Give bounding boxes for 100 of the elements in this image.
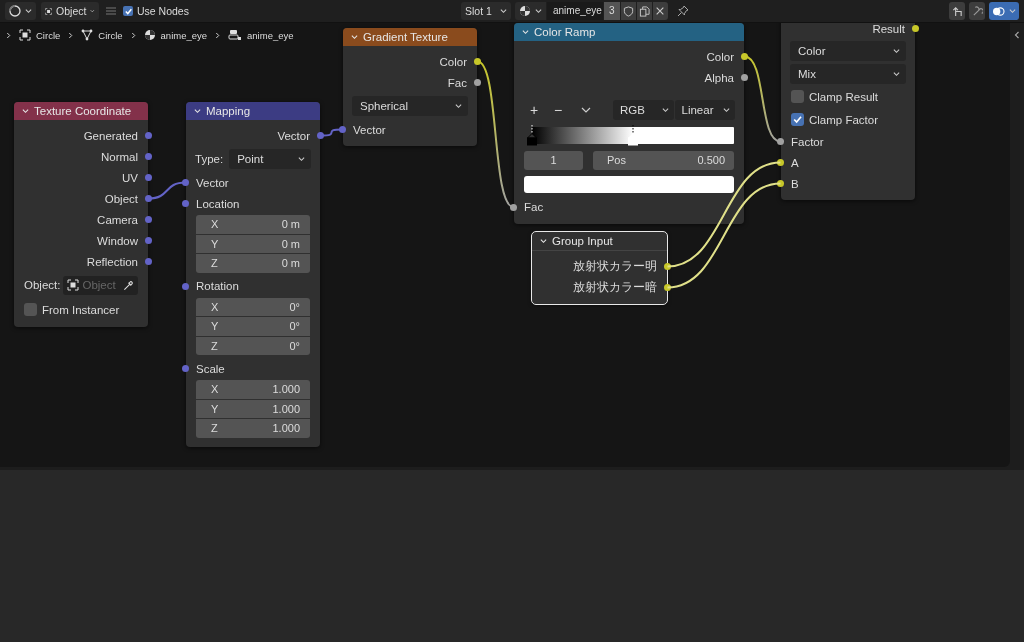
checkmark-icon — [792, 114, 803, 125]
arrow-up-icon — [951, 5, 963, 17]
node-socket[interactable] — [510, 203, 517, 211]
chevron-right-icon — [68, 31, 74, 39]
object-mode-dropdown[interactable]: Object — [41, 2, 99, 20]
ramp-stop-handle[interactable] — [627, 125, 639, 147]
caret-icon — [540, 238, 547, 244]
material-browse-button[interactable] — [514, 2, 546, 20]
node-socket[interactable] — [182, 200, 189, 207]
number-field[interactable]: Z 1.000 — [196, 419, 310, 438]
dropdown[interactable]: Spherical — [352, 96, 468, 116]
use-nodes-checkbox[interactable]: Use Nodes — [123, 5, 189, 17]
node-header[interactable]: Group Input — [532, 232, 667, 251]
node-socket[interactable] — [339, 126, 346, 133]
node-socket[interactable] — [145, 132, 152, 139]
caret-icon — [723, 107, 730, 113]
number-field[interactable]: Y 0 m — [196, 234, 310, 253]
dropdown[interactable]: Mix — [790, 63, 906, 84]
hook-icon — [971, 5, 983, 17]
user-count[interactable]: 3 — [603, 2, 620, 20]
node-socket[interactable] — [182, 179, 189, 186]
socket-label: A — [791, 156, 799, 169]
close-icon — [655, 6, 665, 16]
stop-index-field[interactable]: 1 — [524, 151, 583, 170]
node-socket[interactable] — [777, 180, 784, 187]
node-socket[interactable] — [145, 237, 152, 244]
number-field[interactable]: Z 0° — [196, 336, 310, 355]
eyedropper-icon[interactable] — [123, 279, 134, 291]
dropdown[interactable]: Point — [229, 149, 311, 169]
node-socket[interactable] — [664, 284, 671, 291]
snap-button[interactable] — [969, 2, 985, 20]
socket-label: Window — [97, 234, 138, 247]
unlink-button[interactable] — [652, 2, 668, 20]
color-ramp-bar[interactable] — [532, 127, 734, 144]
node-canvas[interactable] — [0, 23, 1010, 467]
dropdown[interactable]: RGB — [613, 100, 674, 120]
overlay-button[interactable] — [989, 2, 1019, 20]
node-socket[interactable] — [741, 74, 748, 81]
parent-button[interactable] — [949, 2, 965, 20]
number-field[interactable]: X 0° — [196, 297, 310, 316]
socket-label: Object — [104, 192, 138, 205]
number-field[interactable]: X 0 m — [196, 215, 310, 234]
duplicate-button[interactable] — [636, 2, 652, 20]
caret-icon — [581, 107, 591, 113]
object-icon — [45, 5, 53, 17]
node-socket[interactable] — [474, 58, 481, 65]
breadcrumb-label[interactable]: anime_eye — [160, 29, 208, 41]
chevron-left-icon[interactable] — [1014, 31, 1020, 39]
dropdown[interactable]: Color — [790, 40, 906, 61]
dropdown[interactable]: Linear — [674, 100, 735, 120]
node-socket[interactable] — [182, 282, 189, 290]
socket-label: Normal — [100, 150, 138, 163]
number-field[interactable]: Y 0° — [196, 317, 310, 336]
ramp-tool-button[interactable]: + — [523, 100, 545, 120]
checkbox[interactable]: Clamp Factor — [781, 108, 915, 131]
node-header[interactable]: Mapping — [186, 102, 320, 120]
fake-user-button[interactable] — [620, 2, 636, 20]
node-socket[interactable] — [145, 153, 152, 160]
ramp-stop-handle[interactable] — [526, 125, 538, 147]
color-swatch[interactable] — [524, 175, 734, 193]
node-title: Texture Coordinate — [34, 105, 132, 117]
object-icon — [67, 279, 80, 291]
pin-icon[interactable] — [676, 5, 689, 17]
socket-label: Rotation — [196, 280, 239, 292]
editor-type-button[interactable] — [5, 2, 36, 20]
number-field[interactable]: Y 1.000 — [196, 399, 310, 418]
shield-icon — [622, 5, 634, 17]
node-socket[interactable] — [145, 174, 152, 181]
number-field[interactable]: Z 0 m — [196, 254, 310, 273]
slot-dropdown[interactable]: Slot 1 — [460, 2, 511, 20]
socket-label: B — [791, 177, 799, 190]
node-socket[interactable] — [777, 138, 784, 145]
caret-icon — [22, 108, 29, 114]
node-header[interactable]: Texture Coordinate — [14, 102, 148, 120]
node-socket[interactable] — [474, 79, 481, 86]
node-title: Color Ramp — [534, 26, 596, 38]
node-socket[interactable] — [664, 263, 671, 270]
breadcrumb-label[interactable]: Circle — [36, 29, 61, 41]
number-field[interactable]: X 1.000 — [196, 380, 310, 399]
node-socket[interactable] — [741, 53, 748, 60]
node-header[interactable]: Color Ramp — [514, 23, 744, 41]
caret-icon — [522, 29, 529, 35]
checkbox[interactable]: Clamp Result — [781, 85, 915, 108]
checkbox[interactable]: From Instancer — [14, 298, 148, 321]
node-socket[interactable] — [317, 132, 324, 139]
node-socket[interactable] — [145, 216, 152, 223]
breadcrumb-label[interactable]: Circle — [98, 29, 123, 41]
node-socket[interactable] — [777, 159, 784, 166]
socket-label: Alpha — [704, 71, 734, 84]
node-header[interactable]: Gradient Texture — [343, 28, 477, 46]
node-socket[interactable] — [145, 258, 152, 265]
node-socket[interactable] — [182, 365, 189, 372]
position-field[interactable]: Pos 0.500 — [593, 151, 734, 170]
chevron-right-icon — [215, 31, 221, 39]
node-socket[interactable] — [912, 25, 919, 32]
ramp-tool-button[interactable]: − — [547, 100, 569, 120]
breadcrumb-label[interactable]: anime_eye — [247, 29, 294, 41]
material-name-field[interactable]: anime_eye — [546, 2, 603, 20]
socket-label: Location — [196, 197, 240, 210]
node-socket[interactable] — [145, 195, 152, 202]
